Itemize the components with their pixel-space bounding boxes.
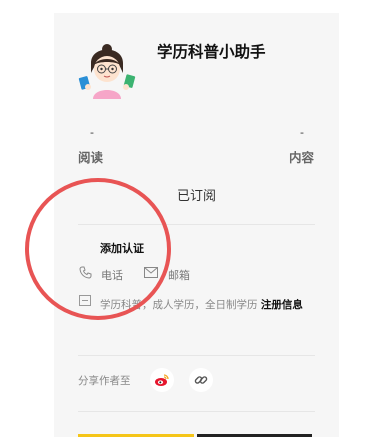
avatar[interactable]: [76, 37, 138, 99]
copy-link-button[interactable]: [189, 368, 213, 392]
content-label[interactable]: 内容: [289, 147, 314, 166]
author-description: 学历科普，成人学历，全日制学历 注册信息: [100, 295, 320, 315]
read-label[interactable]: 阅读: [78, 147, 103, 166]
info-card-icon: [79, 295, 91, 306]
divider: [78, 224, 315, 225]
link-icon: [194, 376, 208, 384]
phone-icon: [79, 266, 92, 279]
share-label: 分享作者至: [78, 375, 131, 387]
author-name: 学历科普小助手: [157, 43, 266, 61]
content-count: -: [300, 126, 304, 139]
read-count: -: [90, 126, 94, 139]
description-text: 学历科普，成人学历，全日制学历: [100, 299, 258, 311]
subscribe-button[interactable]: 已订阅: [177, 185, 216, 204]
divider: [78, 355, 315, 356]
share-weibo-button[interactable]: [150, 368, 174, 392]
email-label[interactable]: 邮箱: [168, 267, 190, 283]
weibo-icon: [155, 374, 169, 386]
mail-icon: [144, 267, 158, 278]
add-certification-link[interactable]: 添加认证: [100, 240, 144, 256]
divider: [78, 411, 315, 412]
phone-label[interactable]: 电话: [101, 267, 123, 283]
registration-info-link[interactable]: 注册信息: [261, 299, 303, 311]
